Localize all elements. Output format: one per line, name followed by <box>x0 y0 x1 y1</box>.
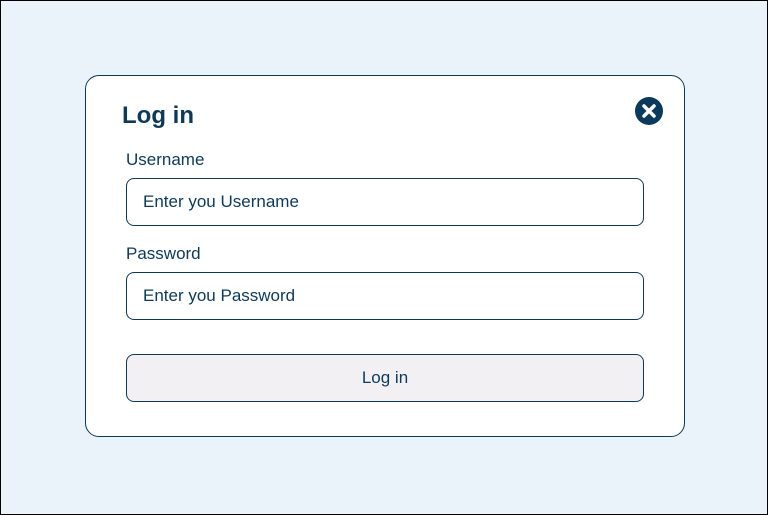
login-modal: Log in Username Password Log in <box>85 75 685 437</box>
password-label: Password <box>126 244 644 264</box>
username-group: Username <box>122 150 648 226</box>
close-icon <box>634 96 664 126</box>
password-input[interactable] <box>126 272 644 320</box>
username-label: Username <box>126 150 644 170</box>
close-button[interactable] <box>634 96 664 126</box>
modal-title: Log in <box>122 102 648 130</box>
password-group: Password <box>122 244 648 320</box>
login-button[interactable]: Log in <box>126 354 644 402</box>
username-input[interactable] <box>126 178 644 226</box>
